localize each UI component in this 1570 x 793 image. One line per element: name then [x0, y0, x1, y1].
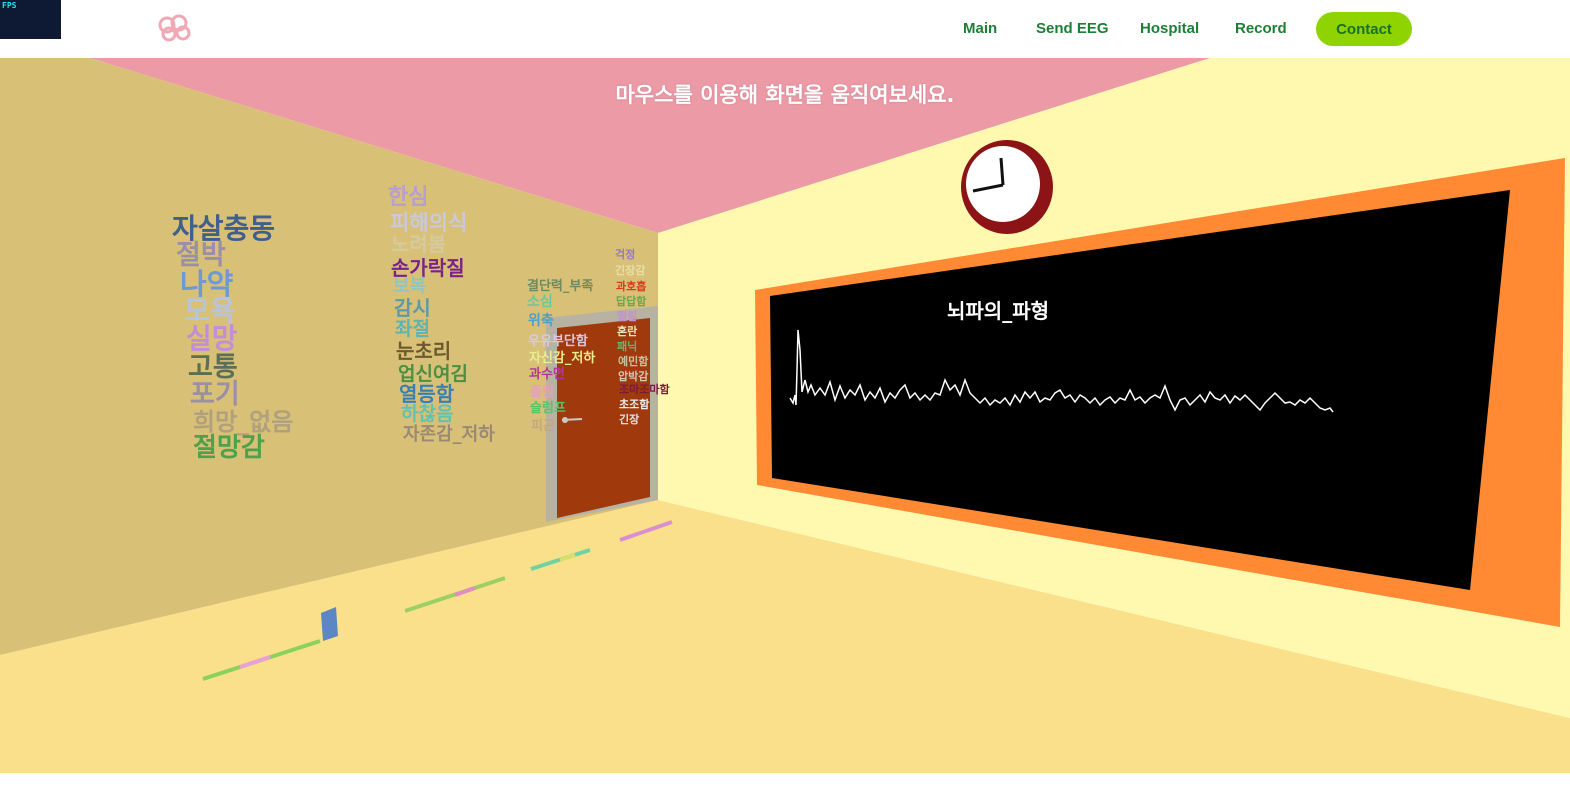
word: 긴장감: [615, 263, 645, 277]
word: 슬럼프: [530, 401, 566, 416]
word: 절망감: [193, 433, 265, 463]
3d-room-canvas[interactable]: 뇌파의_파형 자살충동 절박 나약 모욕 실망 고통 포기 희망_없음 절망감 …: [0, 58, 1570, 773]
word: 하찮음: [401, 403, 453, 425]
word: 예민함: [618, 354, 648, 368]
word: 한심: [388, 185, 428, 210]
word: 우유부단함: [528, 333, 588, 349]
top-navbar: FPS Main Send EEG Hospital Record Contac…: [0, 0, 1570, 59]
word: 초조함: [619, 397, 649, 411]
brain-logo-icon[interactable]: [155, 13, 195, 43]
room-scene: 뇌파의_파형 자살충동 절박 나약 모욕 실망 고통 포기 희망_없음 절망감 …: [0, 58, 1570, 773]
word: 포기: [190, 379, 240, 410]
door-knob: [562, 417, 568, 423]
word: 좌절: [395, 318, 430, 340]
fps-meter: FPS: [0, 0, 61, 39]
word: 희망_없음: [193, 408, 293, 436]
nav-record-link[interactable]: Record: [1235, 20, 1287, 37]
word: 보복: [393, 276, 426, 297]
word: 자신감_저하: [529, 350, 595, 366]
nav-main-link[interactable]: Main: [963, 20, 997, 37]
board-title: 뇌파의_파형: [947, 299, 1049, 323]
word: 졸림: [530, 385, 554, 400]
word: 떨림: [617, 310, 637, 323]
wall-clock-icon: [961, 140, 1053, 234]
word: 조마조마함: [619, 382, 670, 396]
word: 노려봄: [391, 232, 446, 256]
contact-button[interactable]: Contact: [1316, 12, 1412, 46]
word: 자존감_저하: [403, 424, 495, 445]
word: 피곤: [531, 419, 555, 434]
instruction-text: 마우스를 이용해 화면을 움직여보세요.: [615, 83, 955, 107]
word: 긴장: [619, 412, 639, 426]
word: 걱정: [615, 247, 635, 261]
word: 과수면: [529, 366, 565, 382]
page-bottom-margin: [0, 773, 1570, 793]
word: 과호흡: [616, 279, 646, 293]
word: 혼란: [617, 324, 637, 338]
word: 패닉: [617, 339, 637, 353]
word: 답답함: [616, 294, 646, 308]
word: 결단력_부족: [527, 278, 593, 294]
word: 위축: [528, 313, 554, 329]
word: 실망: [186, 322, 238, 355]
word: 소심: [527, 294, 553, 310]
fps-label: FPS: [2, 1, 17, 10]
word: 감시: [394, 296, 431, 320]
word: 눈초리: [396, 339, 451, 363]
word: 압박감: [618, 369, 648, 383]
nav-send-eeg-link[interactable]: Send EEG: [1036, 20, 1109, 37]
nav-hospital-link[interactable]: Hospital: [1140, 20, 1199, 37]
floor-block: [321, 607, 338, 641]
